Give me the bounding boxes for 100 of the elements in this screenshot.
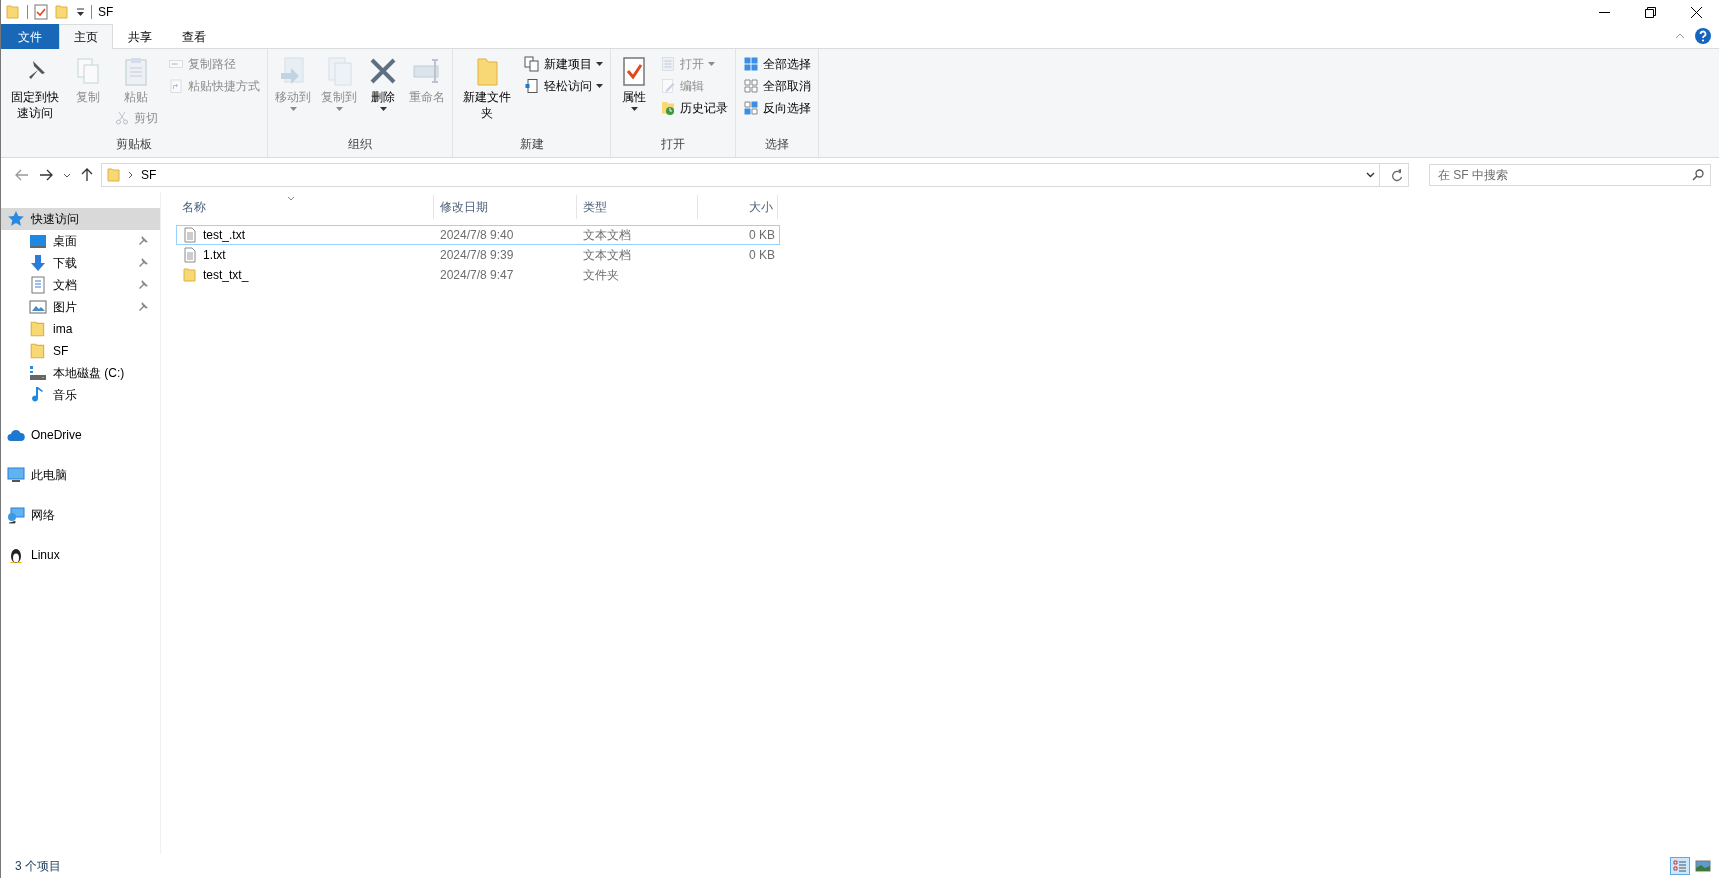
ribbon-tab[interactable]: 主页 (59, 24, 113, 49)
nav-item[interactable]: 快速访问 (1, 208, 160, 230)
file-name: test_.txt (203, 228, 246, 242)
table-cell-text: 文本文档 (582, 246, 632, 264)
forward-button[interactable] (37, 169, 55, 181)
back-button[interactable] (13, 169, 31, 181)
recent-locations-button[interactable] (61, 172, 73, 178)
nav-item[interactable]: 本地磁盘 (C:) (1, 362, 160, 384)
new-item-icon (524, 56, 540, 72)
caret-icon (596, 62, 603, 66)
caret-icon (630, 107, 638, 111)
folder-icon (5, 4, 21, 20)
ribbon-tab[interactable]: 文件 (1, 24, 59, 49)
column-header[interactable]: 修改日期 (434, 195, 577, 219)
customize-dropdown-icon[interactable] (76, 7, 85, 17)
group-label: 打开 (660, 135, 686, 153)
details-view-button[interactable] (1670, 857, 1690, 875)
group-label: 选择 (764, 135, 790, 153)
history-icon (660, 100, 676, 116)
restore-icon (1644, 6, 1656, 18)
ribbon-button[interactable]: 新建文件夹 (457, 53, 517, 123)
folder-icon (106, 167, 122, 183)
chevron-down-icon (63, 172, 71, 178)
refresh-icon (1391, 168, 1403, 182)
sort-caret-icon (287, 196, 295, 201)
file-row[interactable]: 1.txt 2024/7/8 9:39 文本文档 0 KB (176, 245, 780, 265)
nav-item[interactable]: 下载 (1, 252, 160, 274)
star-icon (7, 210, 25, 228)
ribbon-tab[interactable]: 查看 (167, 24, 221, 49)
pin-icon (138, 302, 148, 312)
nav-item[interactable]: 图片 (1, 296, 160, 318)
nav-item[interactable]: 桌面 (1, 230, 160, 252)
forward-arrow-icon (39, 169, 53, 181)
nav-item[interactable]: 网络 (1, 504, 160, 526)
easy-access-icon (524, 78, 540, 94)
folder-icon (29, 342, 47, 360)
folder-icon (54, 4, 70, 20)
download-icon (29, 254, 47, 272)
nav-item[interactable]: Linux (1, 544, 160, 566)
ribbon-button[interactable]: 全部取消 (740, 75, 814, 97)
help-icon[interactable] (1695, 28, 1711, 44)
file-row[interactable]: test_txt_ 2024/7/8 9:47 文件夹 (176, 265, 780, 285)
back-arrow-icon (15, 169, 29, 181)
desktop-icon (29, 232, 47, 250)
edit-icon (660, 78, 676, 94)
item-count: 3 个项目 (15, 857, 61, 875)
chevron-icon (128, 171, 133, 179)
close-icon (1690, 6, 1702, 18)
ribbon-button[interactable]: 属性 (615, 53, 653, 113)
pin-icon (138, 258, 148, 268)
large-icons-view-button[interactable] (1693, 857, 1713, 875)
ribbon-tab[interactable]: 共享 (113, 24, 167, 49)
window-title: SF (98, 5, 114, 19)
open-icon (660, 56, 676, 72)
landscape-icon (1695, 860, 1711, 872)
nav-item[interactable]: ima (1, 318, 160, 340)
folder-icon (182, 267, 198, 283)
pin-icon (138, 280, 148, 290)
document-icon (29, 276, 47, 294)
folder-icon (29, 320, 47, 338)
column-header[interactable]: 类型 (577, 195, 698, 219)
shortcut-icon (168, 78, 184, 94)
select-all-icon (743, 56, 759, 72)
nav-item[interactable]: OneDrive (1, 424, 160, 446)
ribbon-button[interactable]: 历史记录 (657, 97, 731, 119)
nav-item[interactable]: 文档 (1, 274, 160, 296)
text-file-icon (182, 247, 198, 263)
group-label: 剪贴板 (115, 135, 153, 153)
ribbon-button[interactable]: 反向选择 (740, 97, 814, 119)
caret-icon (289, 107, 297, 111)
computer-icon (7, 466, 25, 484)
ribbon-button[interactable]: 新建项目 (521, 53, 606, 75)
nav-item[interactable]: SF (1, 340, 160, 362)
network-icon (7, 506, 25, 524)
ribbon-button[interactable]: 固定到快速访问 (5, 53, 65, 123)
nav-item[interactable]: 此电脑 (1, 464, 160, 486)
file-name: test_txt_ (203, 268, 249, 282)
nav-item[interactable]: 音乐 (1, 384, 160, 406)
picture-icon (29, 298, 47, 316)
up-arrow-icon (81, 168, 93, 182)
column-header[interactable]: 名称 (176, 195, 434, 219)
properties-icon[interactable] (34, 4, 48, 20)
up-button[interactable] (79, 168, 95, 182)
ribbon-button[interactable]: 全部选择 (740, 53, 814, 75)
search-icon (1692, 169, 1704, 181)
drive-icon (29, 364, 47, 382)
file-row[interactable]: test_.txt 2024/7/8 9:40 文本文档 0 KB (176, 225, 780, 245)
address-bar[interactable]: SF (101, 163, 1409, 187)
table-cell-text: 2024/7/8 9:39 (439, 248, 515, 262)
pin-icon (138, 236, 148, 246)
collapse-ribbon-icon[interactable] (1675, 33, 1685, 39)
table-cell-text: 2024/7/8 9:47 (439, 268, 515, 282)
column-header[interactable]: 大小 (698, 195, 778, 219)
breadcrumb[interactable]: SF (139, 168, 159, 182)
chevron-down-icon (1366, 172, 1375, 178)
ribbon-button[interactable]: 轻松访问 (521, 75, 606, 97)
select-none-icon (743, 78, 759, 94)
scissors-icon (114, 110, 130, 126)
ribbon-button[interactable]: 删除 (364, 53, 402, 113)
search-field[interactable]: 在 SF 中搜索 (1429, 164, 1711, 186)
